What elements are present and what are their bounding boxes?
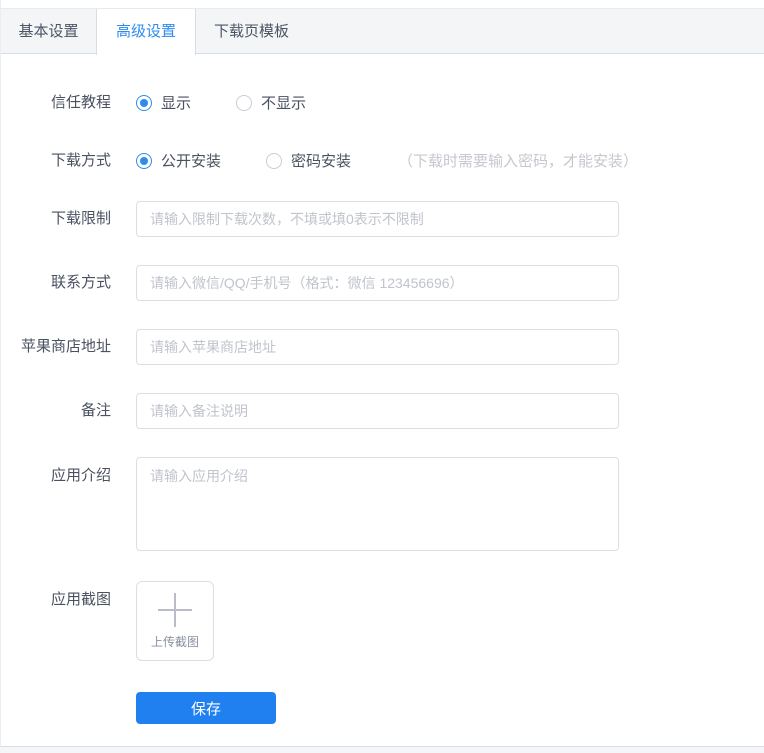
tab-bar: 基本设置 高级设置 下载页模板 <box>1 8 764 55</box>
download-limit-row: 下载限制 <box>1 201 764 237</box>
radio-public-install-label: 公开安装 <box>161 153 222 170</box>
app-screenshot-label: 应用截图 <box>50 591 111 608</box>
upload-screenshot-text: 上传截图 <box>150 634 199 649</box>
radio-hide-label: 不显示 <box>261 95 307 112</box>
radio-unselected-icon <box>266 152 283 169</box>
tab-basic-settings[interactable]: 基本设置 <box>1 9 96 54</box>
save-button[interactable]: 保存 <box>136 692 276 724</box>
radio-password-install[interactable]: 密码安装 <box>266 150 351 171</box>
upload-screenshot-button[interactable]: 上传截图 <box>136 581 214 661</box>
download-limit-input[interactable] <box>136 201 619 237</box>
download-method-label: 下载方式 <box>50 151 111 169</box>
radio-password-install-label: 密码安装 <box>291 153 352 170</box>
settings-panel: 基本设置 高级设置 下载页模板 信任教程 显示 不显示 下载方式 公开安装 密码… <box>0 0 764 747</box>
apple-store-row: 苹果商店地址 <box>1 329 764 365</box>
password-install-hint: （下载时需要输入密码，才能安装） <box>398 153 639 170</box>
radio-unselected-icon <box>236 94 253 111</box>
download-method-options: 公开安装 密码安装 （下载时需要输入密码，才能安装） <box>136 150 638 171</box>
remark-input[interactable] <box>136 393 619 429</box>
remark-row: 备注 <box>1 393 764 429</box>
trust-tutorial-options: 显示 不显示 <box>136 92 306 113</box>
radio-public-install[interactable]: 公开安装 <box>136 150 221 171</box>
tab-advanced-settings[interactable]: 高级设置 <box>96 9 196 55</box>
tab-download-page-template[interactable]: 下载页模板 <box>196 9 307 54</box>
contact-input[interactable] <box>136 265 619 301</box>
app-intro-label: 应用介绍 <box>50 467 111 484</box>
advanced-settings-form: 信任教程 显示 不显示 下载方式 公开安装 密码安装 （下载时需要输入密码，才能… <box>1 54 764 724</box>
radio-selected-icon <box>136 94 152 111</box>
radio-selected-icon <box>136 152 152 169</box>
app-screenshot-row: 应用截图 上传截图 <box>1 581 764 661</box>
trust-tutorial-row: 信任教程 显示 不显示 <box>1 92 764 113</box>
app-intro-row: 应用介绍 <box>1 457 764 551</box>
radio-show[interactable]: 显示 <box>136 92 191 113</box>
download-method-row: 下载方式 公开安装 密码安装 （下载时需要输入密码，才能安装） <box>1 150 764 171</box>
contact-label: 联系方式 <box>50 274 111 291</box>
download-limit-label: 下载限制 <box>50 210 111 227</box>
radio-show-label: 显示 <box>161 95 192 112</box>
plus-icon <box>158 592 192 627</box>
app-intro-textarea[interactable] <box>136 457 619 551</box>
remark-label: 备注 <box>80 402 111 419</box>
trust-tutorial-label: 信任教程 <box>50 93 111 111</box>
tab-bar-filler <box>307 9 764 53</box>
radio-hide[interactable]: 不显示 <box>236 92 306 113</box>
contact-row: 联系方式 <box>1 265 764 301</box>
apple-store-label: 苹果商店地址 <box>20 338 111 355</box>
apple-store-input[interactable] <box>136 329 619 365</box>
